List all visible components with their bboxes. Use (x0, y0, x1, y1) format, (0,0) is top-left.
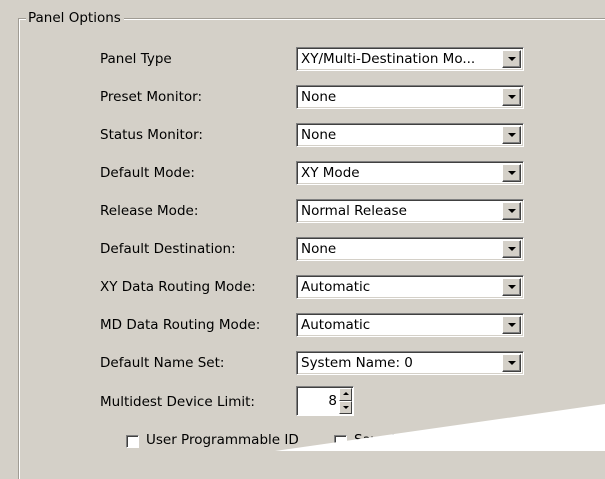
status-monitor-dropdown[interactable]: None (296, 123, 524, 147)
xy-data-routing-mode-dropdown[interactable]: Automatic (296, 275, 524, 299)
chevron-down-icon (508, 133, 516, 137)
release-mode-label: Release Mode: (100, 203, 199, 219)
dropdown-button[interactable] (502, 164, 521, 182)
chevron-down-icon (508, 209, 516, 213)
spin-up-button[interactable] (339, 388, 352, 401)
panel-type-dropdown[interactable]: XY/Multi-Destination Mo... (296, 47, 524, 71)
preset-monitor-selected-value[interactable]: None (301, 86, 497, 108)
default-destination-selected-value[interactable]: None (301, 238, 497, 260)
preset-monitor-label: Preset Monitor: (100, 89, 203, 105)
md-data-routing-mode-dropdown[interactable]: Automatic (296, 313, 524, 337)
dropdown-button[interactable] (502, 88, 521, 106)
dropdown-button[interactable] (502, 202, 521, 220)
dropdown-button[interactable] (502, 278, 521, 296)
default-name-set-selected-value[interactable]: System Name: 0 (301, 352, 497, 374)
release-mode-selected-value[interactable]: Normal Release (301, 200, 497, 222)
status-monitor-selected-value[interactable]: None (301, 124, 497, 146)
chevron-down-icon (508, 171, 516, 175)
md-data-routing-mode-label: MD Data Routing Mode: (100, 317, 261, 333)
panel-type-label: Panel Type (100, 51, 172, 67)
user-programmable-id-checkbox[interactable] (126, 435, 139, 448)
status-monitor-label: Status Monitor: (100, 127, 203, 143)
spin-down-button[interactable] (339, 401, 352, 414)
chevron-down-icon (508, 361, 516, 365)
default-destination-label: Default Destination: (100, 241, 236, 257)
chevron-down-icon (508, 95, 516, 99)
default-mode-dropdown[interactable]: XY Mode (296, 161, 524, 185)
dropdown-button[interactable] (502, 354, 521, 372)
xy-data-routing-mode-selected-value[interactable]: Automatic (301, 276, 497, 298)
default-mode-selected-value[interactable]: XY Mode (301, 162, 497, 184)
md-data-routing-mode-selected-value[interactable]: Automatic (301, 314, 497, 336)
user-programmable-id-label: User Programmable ID (146, 432, 299, 448)
release-mode-dropdown[interactable]: Normal Release (296, 199, 524, 223)
dropdown-button[interactable] (502, 126, 521, 144)
default-destination-dropdown[interactable]: None (296, 237, 524, 261)
chevron-down-icon (508, 247, 516, 251)
xy-data-routing-mode-label: XY Data Routing Mode: (100, 279, 256, 295)
multidest-limit-spinner[interactable]: 8 (296, 386, 354, 416)
group-title: Panel Options (26, 9, 124, 27)
preset-monitor-dropdown[interactable]: None (296, 85, 524, 109)
dropdown-button[interactable] (502, 240, 521, 258)
dropdown-button[interactable] (502, 316, 521, 334)
dropdown-button[interactable] (502, 50, 521, 68)
default-name-set-label: Default Name Set: (100, 355, 225, 371)
chevron-down-icon (508, 285, 516, 289)
arrow-up-icon (343, 392, 349, 395)
multidest-limit-value[interactable]: 8 (297, 387, 337, 415)
chevron-down-icon (508, 57, 516, 61)
multidest-limit-label: Multidest Device Limit: (100, 394, 255, 410)
arrow-down-icon (343, 406, 349, 409)
default-name-set-dropdown[interactable]: System Name: 0 (296, 351, 524, 375)
default-mode-label: Default Mode: (100, 165, 195, 181)
panel-type-selected-value[interactable]: XY/Multi-Destination Mo... (301, 48, 497, 70)
chevron-down-icon (508, 323, 516, 327)
